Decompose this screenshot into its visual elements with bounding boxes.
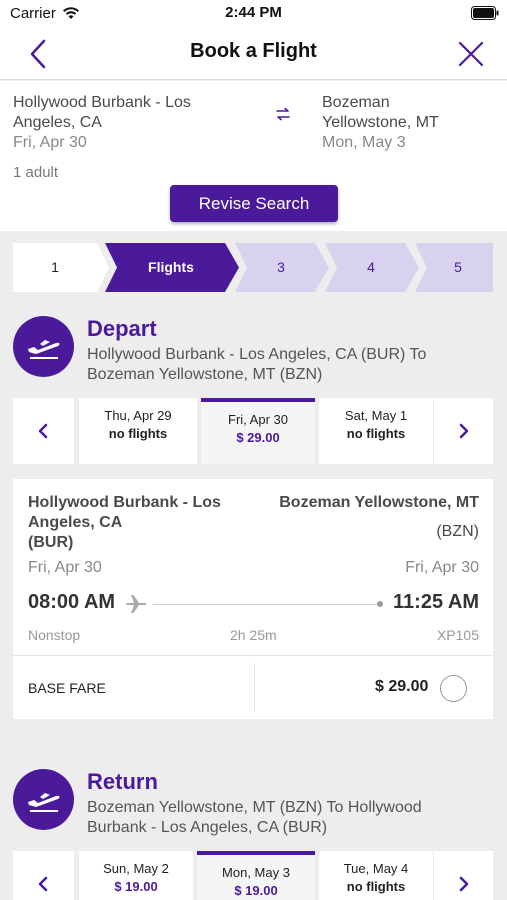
status-time: 2:44 PM	[225, 4, 282, 21]
chevron-right-icon	[459, 876, 469, 892]
flight-destination-code: (BZN)	[436, 523, 479, 540]
flight-origin: Hollywood Burbank - Los Angeles, CA (BUR…	[28, 493, 248, 553]
date-label: Sun, May 2	[103, 861, 169, 876]
flight-origin-line1: Hollywood Burbank - Los	[28, 494, 221, 511]
depart-prev-date-button[interactable]	[13, 398, 74, 464]
chevron-left-icon	[38, 423, 48, 439]
return-date-option-selected[interactable]: Mon, May 3 $ 19.00	[197, 851, 315, 900]
dest-date: Mon, May 3	[322, 134, 406, 151]
step-flights[interactable]: Flights	[105, 243, 239, 292]
flight-card[interactable]: Hollywood Burbank - Los Angeles, CA (BUR…	[13, 479, 493, 719]
depart-date-option[interactable]: Sat, May 1 no flights	[319, 398, 433, 464]
fare-select-radio[interactable]	[440, 675, 467, 702]
search-summary: Hollywood Burbank - Los Angeles, CA Fri,…	[0, 81, 507, 231]
step-3-label: 3	[277, 259, 285, 275]
origin-name-line2: Angeles, CA	[13, 114, 102, 131]
fare-divider	[254, 663, 255, 711]
battery-icon	[471, 6, 499, 20]
chevron-left-icon	[38, 876, 48, 892]
origin-summary: Hollywood Burbank - Los Angeles, CA Fri,…	[13, 93, 233, 153]
flight-origin-line2: Angeles, CA	[28, 514, 123, 531]
depart-title: Depart	[87, 316, 157, 341]
flight-depart-date: Fri, Apr 30	[28, 559, 102, 576]
return-route-line2: Burbank - Los Angeles, CA (BUR)	[87, 819, 328, 836]
card-divider	[13, 655, 493, 656]
date-status: no flights	[346, 426, 406, 441]
depart-route: Hollywood Burbank - Los Angeles, CA (BUR…	[87, 345, 487, 385]
depart-route-line2: Bozeman Yellowstone, MT (BZN)	[87, 366, 323, 383]
travelers-count: 1 adult	[13, 164, 59, 181]
flight-path-line	[153, 604, 379, 605]
date-label: Sat, May 1	[344, 408, 408, 423]
step-flights-label: Flights	[148, 259, 194, 275]
date-label: Mon, May 3	[222, 865, 290, 880]
flight-number: XP105	[436, 627, 479, 643]
fare-label: BASE FARE	[28, 680, 106, 696]
chevron-right-icon	[459, 423, 469, 439]
flight-stops: Nonstop	[28, 627, 81, 643]
step-5[interactable]: 5	[415, 243, 493, 292]
status-bar: Carrier 2:44 PM	[0, 0, 507, 28]
airplane-takeoff-icon	[28, 793, 60, 812]
airplane-icon	[126, 595, 147, 613]
return-prev-date-button[interactable]	[13, 851, 74, 900]
dest-name-line2: Yellowstone, MT	[322, 114, 439, 131]
return-date-option[interactable]: Sun, May 2 $ 19.00	[79, 851, 193, 900]
arrive-time: 11:25 AM	[393, 591, 479, 613]
step-4-label: 4	[367, 259, 375, 275]
close-icon[interactable]	[457, 40, 485, 68]
date-price: $ 29.00	[236, 430, 280, 445]
depart-plane-badge	[13, 316, 74, 377]
destination-summary: Bozeman Yellowstone, MT Mon, May 3	[322, 93, 502, 153]
depart-time: 08:00 AM	[28, 591, 116, 613]
step-1-label: 1	[51, 259, 59, 275]
date-price: $ 19.00	[114, 879, 158, 894]
return-date-strip: Sun, May 2 $ 19.00 Mon, May 3 $ 19.00 Tu…	[13, 851, 493, 900]
flight-origin-code: (BUR)	[28, 534, 74, 551]
airplane-takeoff-icon	[28, 340, 60, 359]
origin-name-line1: Hollywood Burbank - Los	[13, 94, 191, 111]
page-title: Book a Flight	[190, 40, 317, 62]
return-route-line1: Bozeman Yellowstone, MT (BZN) To Hollywo…	[87, 799, 422, 816]
nav-bar: Book a Flight	[0, 28, 507, 80]
step-3[interactable]: 3	[235, 243, 329, 292]
flight-path-endpoint	[377, 601, 383, 607]
return-date-option[interactable]: Tue, May 4 no flights	[319, 851, 433, 900]
step-4[interactable]: 4	[325, 243, 419, 292]
return-plane-badge	[13, 769, 74, 830]
dest-name-line1: Bozeman	[322, 94, 390, 111]
revise-search-button[interactable]: Revise Search	[170, 185, 338, 222]
depart-next-date-button[interactable]	[434, 398, 493, 464]
date-price: $ 19.00	[234, 883, 278, 898]
return-route: Bozeman Yellowstone, MT (BZN) To Hollywo…	[87, 798, 487, 838]
step-5-label: 5	[454, 259, 462, 275]
return-title: Return	[87, 769, 158, 794]
return-next-date-button[interactable]	[434, 851, 493, 900]
origin-date: Fri, Apr 30	[13, 134, 87, 151]
flight-arrive-date: Fri, Apr 30	[405, 559, 479, 576]
depart-date-option-selected[interactable]: Fri, Apr 30 $ 29.00	[201, 398, 315, 464]
depart-date-strip: Thu, Apr 29 no flights Fri, Apr 30 $ 29.…	[13, 398, 493, 464]
flight-destination: Bozeman Yellowstone, MT	[279, 494, 479, 511]
swap-arrows-icon[interactable]	[275, 107, 291, 121]
date-status: no flights	[346, 879, 406, 894]
fare-price: $ 29.00	[375, 678, 429, 695]
depart-route-line1: Hollywood Burbank - Los Angeles, CA (BUR…	[87, 346, 427, 363]
booking-stepper: 1 Flights 3 4 5	[13, 243, 493, 292]
date-label: Tue, May 4	[343, 861, 409, 876]
date-label: Thu, Apr 29	[104, 408, 172, 423]
depart-date-option[interactable]: Thu, Apr 29 no flights	[79, 398, 197, 464]
step-1[interactable]: 1	[13, 243, 109, 292]
date-status: no flights	[108, 426, 168, 441]
date-label: Fri, Apr 30	[228, 412, 288, 427]
flight-duration: 2h 25m	[230, 627, 277, 643]
